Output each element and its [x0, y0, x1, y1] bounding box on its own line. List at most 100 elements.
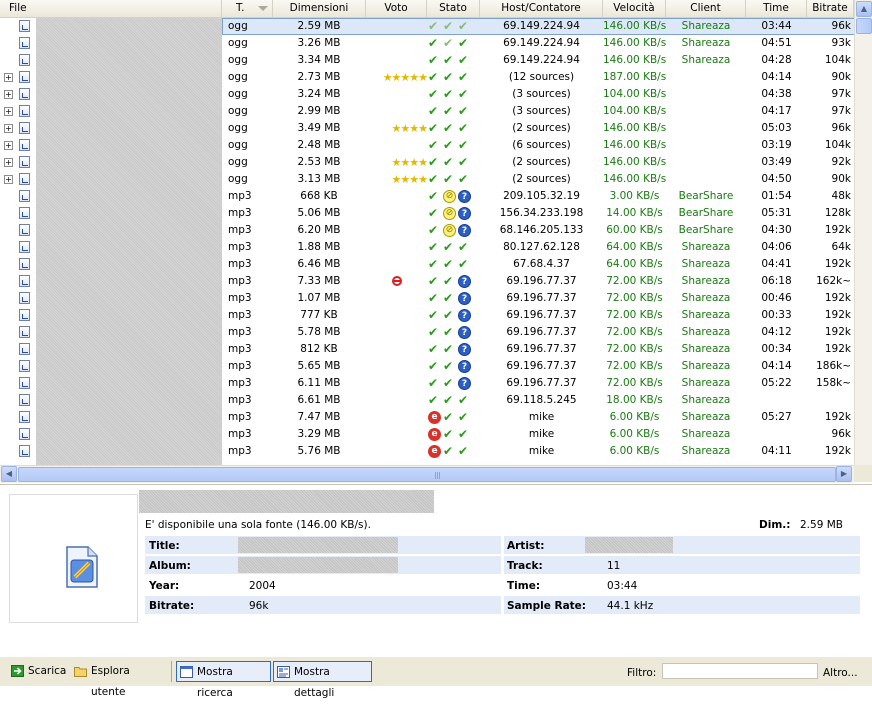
column-file[interactable]: File — [0, 0, 222, 17]
table-row[interactable]: mp3 5.65 MB 69.196.77.37 72.00 KB/s Shareaza… — [0, 358, 854, 375]
table-row[interactable]: mp3 812 KB 69.196.77.37 72.00 KB/s Shareaza 0… — [0, 341, 854, 358]
column-type[interactable]: T. — [222, 0, 273, 17]
table-row[interactable]: mp3 668 KB 209.105.32.19 3.00 KB/s BearShare… — [0, 188, 854, 205]
column-speed[interactable]: Velocità — [603, 0, 666, 17]
column-status[interactable]: Stato — [427, 0, 480, 17]
audio-file-icon — [19, 343, 30, 355]
cell-bitrate: 192k — [824, 224, 851, 236]
cell-host: (12 sources) — [508, 71, 575, 83]
audio-file-icon — [19, 54, 30, 66]
cell-bitrate: 90k — [831, 71, 851, 83]
table-row[interactable]: + ogg 2.73 MB (12 sources) 187.00 KB/s 04:14 9… — [0, 69, 854, 86]
table-row[interactable]: ogg 2.59 MB 69.149.224.94 146.00 KB/s Sharea… — [0, 18, 855, 35]
scroll-up-icon[interactable]: ▲ — [856, 1, 872, 17]
question-icon: ? — [458, 207, 471, 220]
question-icon: ? — [458, 343, 471, 356]
table-row[interactable]: mp3 1.07 MB 69.196.77.37 72.00 KB/s Shareaza… — [0, 290, 854, 307]
table-row[interactable]: mp3 3.29 MB mike 6.00 KB/s Shareaza 96k e ✔ ✔ — [0, 426, 854, 443]
scroll-left-icon[interactable]: ◀ — [1, 466, 17, 482]
cell-client: BearShare — [678, 224, 734, 236]
expand-icon[interactable]: + — [4, 73, 13, 82]
browse-user-button[interactable]: Esplora utente — [71, 661, 167, 698]
audio-file-icon — [19, 88, 30, 100]
cell-speed: 60.00 KB/s — [606, 224, 663, 236]
table-row[interactable]: mp3 6.20 MB 68.146.205.133 60.00 KB/s BearSh… — [0, 222, 854, 239]
cell-speed: 72.00 KB/s — [606, 326, 663, 338]
horizontal-scrollbar[interactable]: ◀ ▶ — [0, 465, 854, 483]
table-row[interactable]: mp3 7.47 MB mike 6.00 KB/s Shareaza 05:27 192k… — [0, 409, 854, 426]
more-button[interactable]: Altro... — [823, 667, 858, 679]
expand-icon[interactable]: + — [4, 141, 13, 150]
table-row[interactable]: + ogg 3.24 MB (3 sources) 104.00 KB/s 04:38 97… — [0, 86, 854, 103]
table-row[interactable]: mp3 6.46 MB 67.68.4.37 64.00 KB/s Shareaza 04… — [0, 256, 854, 273]
title-value-redacted — [238, 537, 398, 553]
table-row[interactable]: mp3 5.06 MB 156.34.233.198 14.00 KB/s BearSh… — [0, 205, 854, 222]
column-client[interactable]: Client — [666, 0, 746, 17]
cell-type: ogg — [228, 105, 248, 117]
expand-icon[interactable]: + — [4, 175, 13, 184]
expand-icon[interactable]: + — [4, 158, 13, 167]
column-size[interactable]: Dimensioni — [273, 0, 366, 17]
show-search-button[interactable]: Mostra ricerca — [176, 661, 271, 699]
table-row[interactable]: + ogg 3.49 MB (2 sources) 146.00 KB/s 05:03 96… — [0, 120, 854, 137]
table-row[interactable]: mp3 5.76 MB mike 6.00 KB/s Shareaza 04:11 192k… — [0, 443, 854, 460]
table-row[interactable]: ogg 3.34 MB 69.149.224.94 146.00 KB/s Sharea… — [0, 52, 854, 69]
album-label: Album: — [149, 560, 191, 572]
audio-file-icon — [19, 258, 30, 270]
vertical-scroll-thumb[interactable] — [856, 18, 872, 34]
cell-time: 05:22 — [761, 377, 792, 389]
expand-icon[interactable]: + — [4, 107, 13, 116]
samplerate-label: Sample Rate: — [507, 600, 586, 612]
check-icon: ✔ — [428, 359, 439, 373]
scroll-right-icon[interactable]: ▶ — [836, 466, 852, 482]
cell-bitrate: 192k — [824, 411, 851, 423]
filter-input[interactable] — [662, 663, 818, 679]
cell-host: mike — [528, 428, 555, 440]
table-row[interactable]: mp3 1.88 MB 80.127.62.128 64.00 KB/s Shareaz… — [0, 239, 854, 256]
download-button[interactable]: Scarica — [8, 661, 68, 682]
table-row[interactable]: + ogg 2.48 MB (6 sources) 146.00 KB/s 03:19 10… — [0, 137, 854, 154]
cell-host: 69.196.77.37 — [506, 292, 577, 304]
audio-file-icon — [19, 190, 30, 202]
busy-icon: ⊘ — [443, 224, 456, 237]
show-details-button[interactable]: Mostra dettagli — [273, 661, 372, 699]
cell-type: mp3 — [228, 360, 252, 372]
check-icon: ✔ — [443, 19, 454, 33]
check-icon: ✔ — [428, 87, 439, 101]
cell-speed: 146.00 KB/s — [603, 20, 666, 32]
column-rating[interactable]: Voto — [366, 0, 427, 17]
check-icon: ✔ — [428, 257, 439, 271]
cell-speed: 14.00 KB/s — [606, 207, 663, 219]
table-row[interactable]: ogg 3.26 MB 69.149.224.94 146.00 KB/s Sharea… — [0, 35, 854, 52]
cell-host: 69.196.77.37 — [506, 360, 577, 372]
cell-speed: 3.00 KB/s — [609, 190, 660, 202]
vertical-scrollbar[interactable]: ▲ — [854, 0, 872, 465]
scroll-corner — [854, 465, 872, 482]
check-icon: ✔ — [458, 36, 469, 50]
cell-size: 5.78 MB — [297, 326, 341, 338]
cell-speed: 64.00 KB/s — [606, 258, 663, 270]
column-bitrate[interactable]: Bitrate — [807, 0, 854, 17]
expand-icon[interactable]: + — [4, 124, 13, 133]
table-row[interactable]: mp3 777 KB 69.196.77.37 72.00 KB/s Shareaza 0… — [0, 307, 854, 324]
column-host[interactable]: Host/Contatore — [480, 0, 603, 17]
column-time[interactable]: Time — [746, 0, 807, 17]
table-row[interactable]: mp3 7.33 MB 69.196.77.37 72.00 KB/s Shareaza… — [0, 273, 854, 290]
cell-time: 00:34 — [761, 343, 792, 355]
cell-type: ogg — [228, 37, 248, 49]
cell-client: Shareaza — [681, 445, 731, 457]
cell-host: 69.149.224.94 — [503, 54, 580, 66]
table-row[interactable]: mp3 6.11 MB 69.196.77.37 72.00 KB/s Shareaza… — [0, 375, 854, 392]
cell-type: mp3 — [228, 377, 252, 389]
table-row[interactable]: + ogg 2.53 MB (2 sources) 146.00 KB/s 03:49 92… — [0, 154, 854, 171]
table-row[interactable]: mp3 6.61 MB 69.118.5.245 18.00 KB/s Shareaza… — [0, 392, 854, 409]
cell-size: 2.73 MB — [297, 71, 341, 83]
results-rows: ogg 2.59 MB 69.149.224.94 146.00 KB/s Sharea… — [0, 18, 855, 460]
table-row[interactable]: mp3 5.78 MB 69.196.77.37 72.00 KB/s Shareaza… — [0, 324, 854, 341]
cell-bitrate: 97k — [831, 105, 851, 117]
expand-icon[interactable]: + — [4, 90, 13, 99]
table-row[interactable]: + ogg 2.99 MB (3 sources) 104.00 KB/s 04:17 97… — [0, 103, 854, 120]
table-row[interactable]: + ogg 3.13 MB (2 sources) 146.00 KB/s 04:50 90… — [0, 171, 854, 188]
audio-file-icon — [19, 105, 30, 117]
horizontal-scroll-thumb[interactable] — [18, 467, 836, 482]
